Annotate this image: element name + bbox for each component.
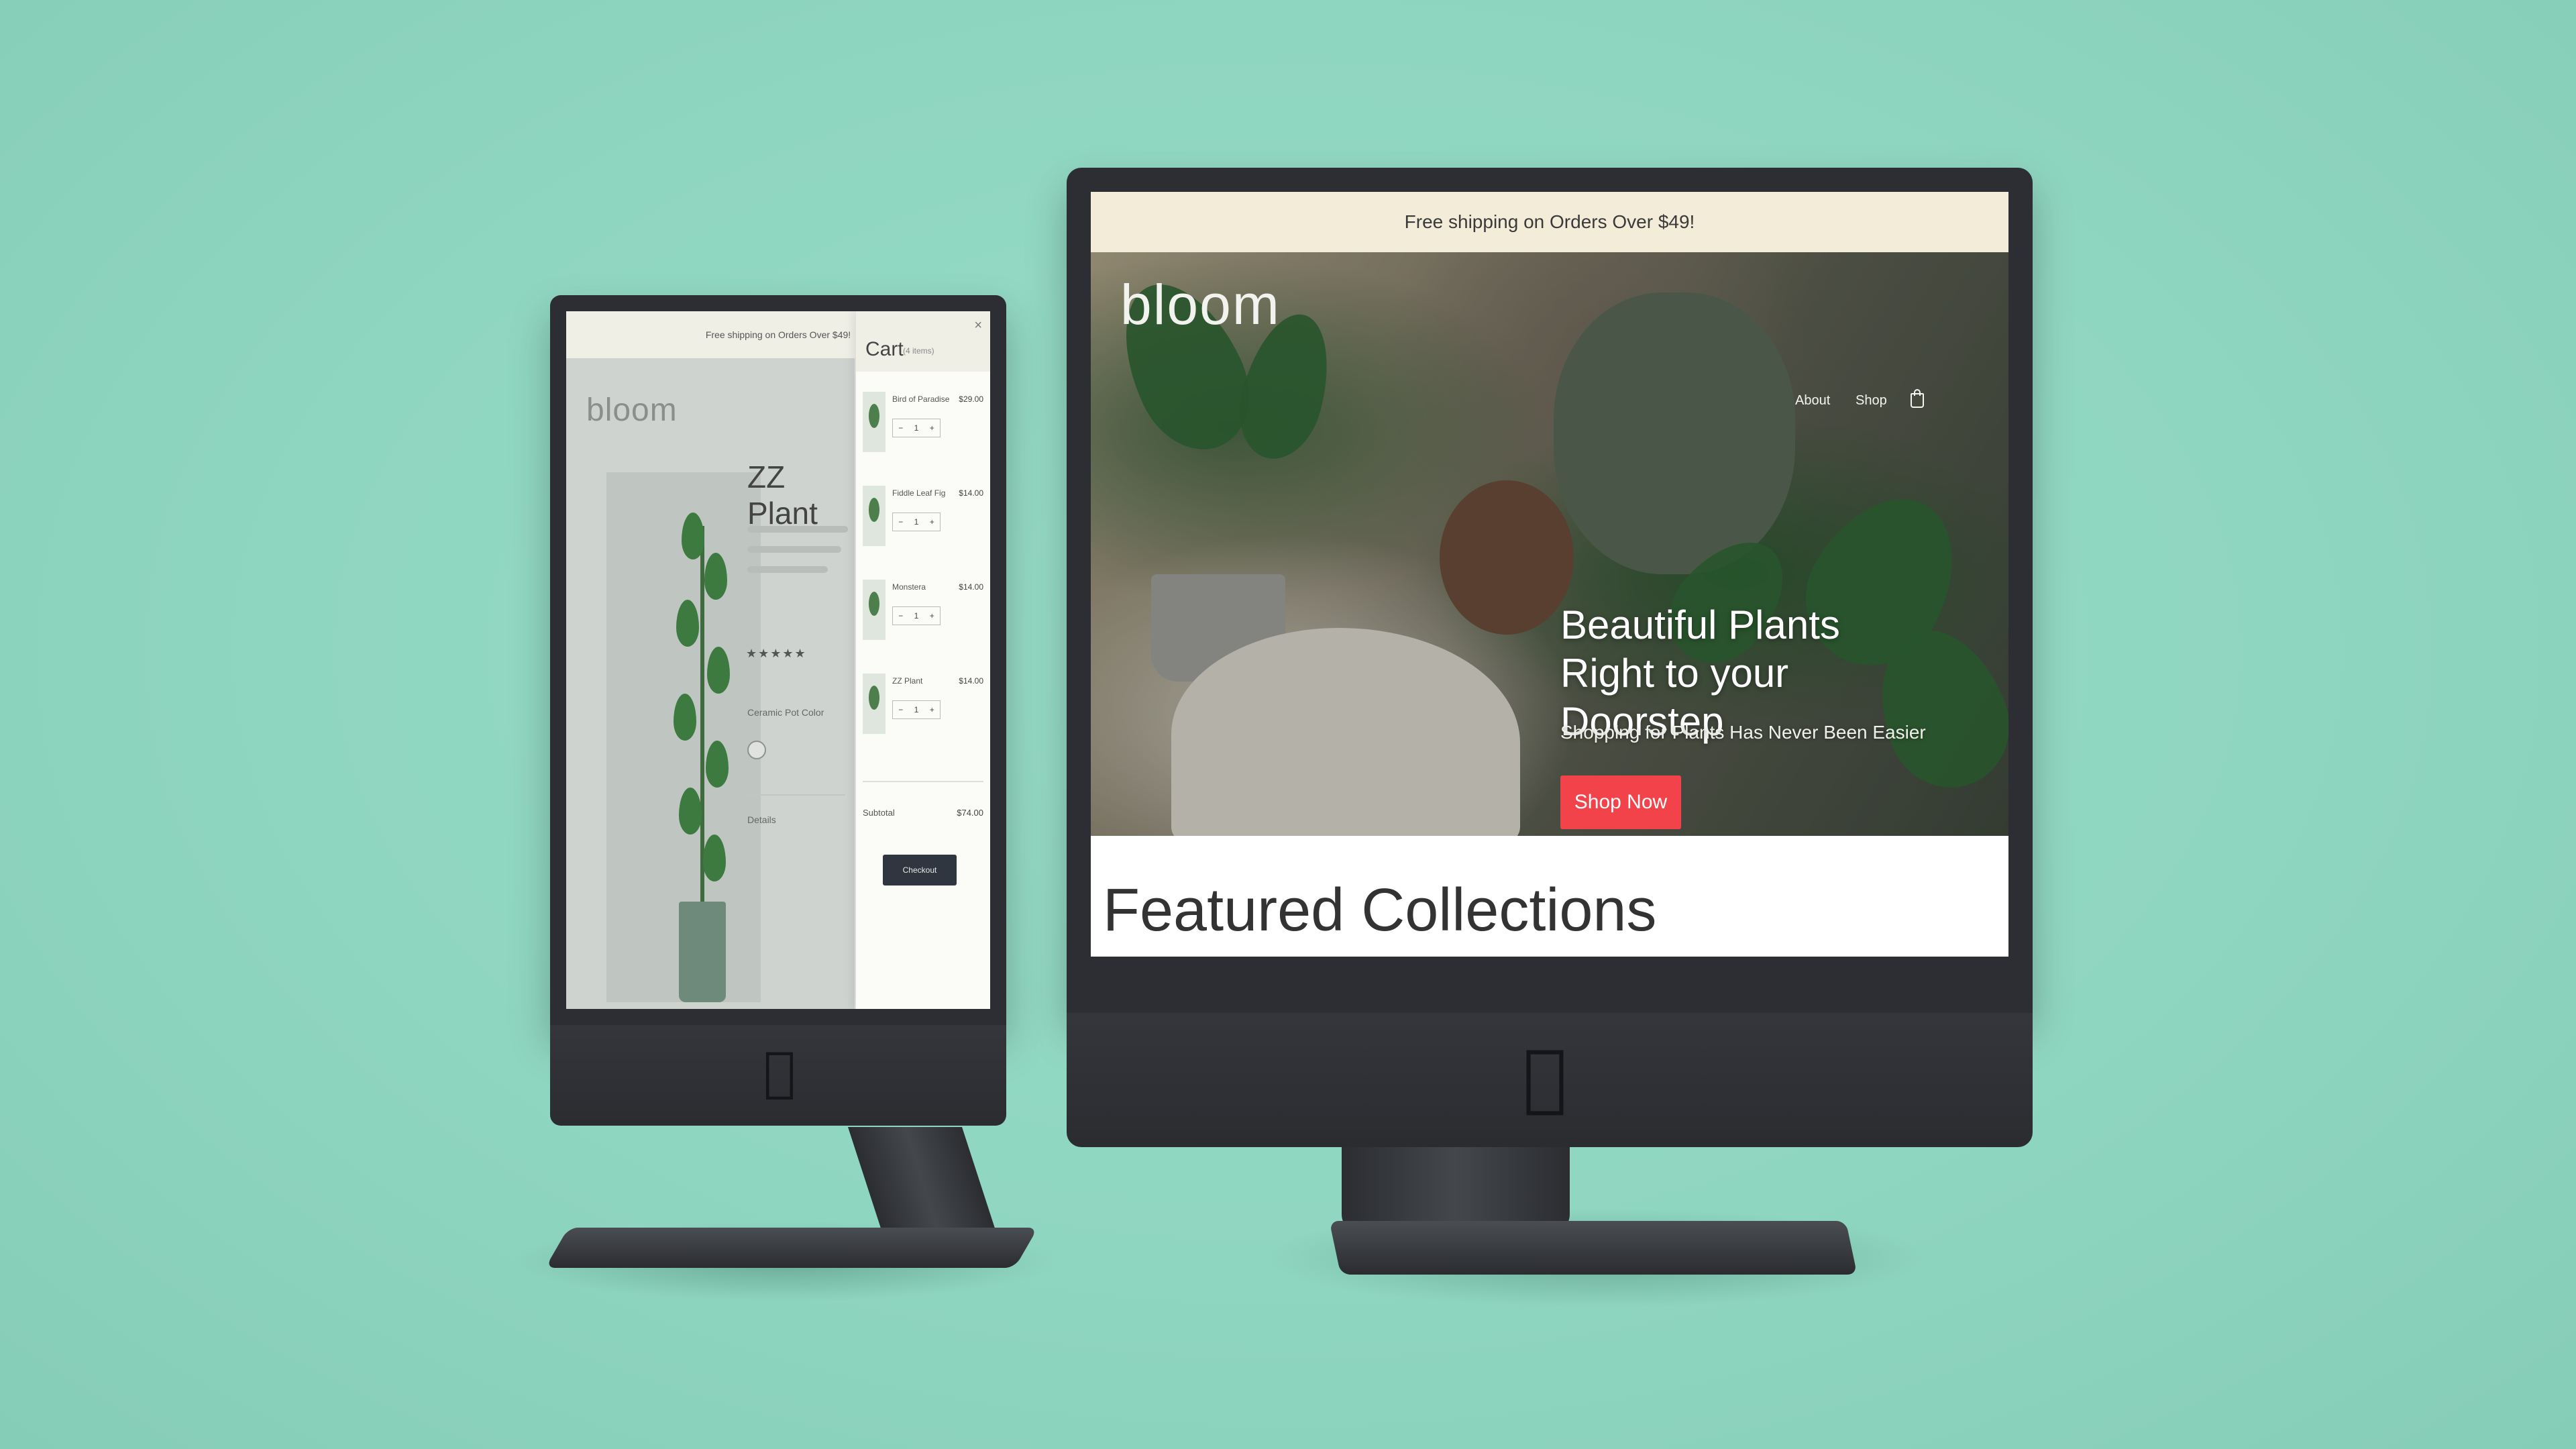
plant-leaf [676,600,699,647]
announcement-text: Free shipping on Orders Over $49! [705,329,851,340]
cart-item: Fiddle Leaf Fig $14.00 − 1 + [863,486,983,553]
cart-item: Bird of Paradise $29.00 − 1 + [863,392,983,459]
quantity-stepper[interactable]: − 1 + [892,606,941,625]
left-stand-base [545,1228,1038,1268]
announcement-bar: Free shipping on Orders Over $49! [1091,192,2008,252]
plus-icon[interactable]: + [930,423,934,433]
cart-item-name[interactable]: Bird of Paradise [892,394,949,404]
hero-subheading: Shopping for Plants Has Never Been Easie… [1560,722,1926,743]
plant-leaf [674,694,696,741]
hero-heading-line: Beautiful Plants [1560,602,1840,647]
quantity-value: 1 [914,517,919,527]
details-label: Details [747,814,776,825]
cart-item-price: $29.00 [959,394,983,404]
shopping-bag-icon[interactable] [1911,389,1924,408]
cart-item-price: $14.00 [959,488,983,498]
right-screen-home-page: Free shipping on Orders Over $49! bloom … [1091,192,2008,957]
plant-leaf [679,788,702,835]
left-screen-product-page: Free shipping on Orders Over $49! bloom … [566,311,990,1009]
cart-item-thumbnail [863,674,885,734]
hero-banner: bloom About Shop Beautiful Plants Right … [1091,252,2008,836]
plus-icon[interactable]: + [930,705,934,714]
right-monitor: Free shipping on Orders Over $49! bloom … [1067,168,2033,1281]
section-divider [745,794,845,796]
minus-icon[interactable]: − [898,705,903,714]
product-description-line [747,566,828,573]
right-monitor-chin:  [1067,1013,2033,1147]
plant-leaf [703,835,726,881]
nav-shop-link[interactable]: Shop [1856,393,1887,409]
plus-icon[interactable]: + [930,517,934,527]
left-stand-neck [848,1127,997,1234]
cart-item-name[interactable]: ZZ Plant [892,676,922,686]
hero-dark-overlay [1091,252,2008,836]
minus-icon[interactable]: − [898,517,903,527]
cart-item-thumbnail [863,486,885,546]
plant-icon [869,686,879,710]
site-logo[interactable]: bloom [586,392,678,429]
product-description-line [747,526,848,533]
quantity-stepper[interactable]: − 1 + [892,513,941,531]
subtotal-value: $74.00 [957,808,983,818]
right-stand-base [1329,1221,1858,1275]
plant-icon [869,404,879,428]
cart-item: ZZ Plant $14.00 − 1 + [863,674,983,741]
cart-item-count: (4 items) [903,346,934,356]
plant-leaf [704,553,727,600]
featured-collections-title: Featured Collections [1103,877,1657,944]
left-monitor: Free shipping on Orders Over $49! bloom … [550,295,1006,1140]
cart-title: Cart [865,338,904,360]
rating-stars[interactable]: ★★★★★ [746,647,807,661]
product-image [606,472,761,1002]
cart-item-thumbnail [863,392,885,452]
quantity-stepper[interactable]: − 1 + [892,700,941,719]
apple-logo-icon:  [763,1045,796,1099]
plus-icon[interactable]: + [930,611,934,621]
shop-now-button[interactable]: Shop Now [1560,775,1681,829]
nav-about-link[interactable]: About [1795,393,1830,409]
cart-item-name[interactable]: Monstera [892,582,926,592]
minus-icon[interactable]: − [898,611,903,621]
site-logo[interactable]: bloom [1120,272,1281,337]
close-icon[interactable]: × [974,318,982,333]
cart-header: Cart (4 items) × [856,311,990,372]
quantity-value: 1 [914,611,919,621]
cart-item-price: $14.00 [959,582,983,592]
apple-logo-icon:  [1523,1040,1567,1114]
plant-leaf [682,513,704,559]
pot-color-label: Ceramic Pot Color [747,707,824,718]
left-monitor-chin:  [550,1025,1006,1126]
product-area: bloom ZZ Plant ★★★★★ Ceramic Pot Color D… [566,358,855,1009]
minus-icon[interactable]: − [898,423,903,433]
quantity-value: 1 [914,423,919,433]
plant-leaf [706,741,729,788]
checkout-button[interactable]: Checkout [883,855,957,885]
announcement-text: Free shipping on Orders Over $49! [1404,211,1695,232]
quantity-stepper[interactable]: − 1 + [892,419,941,437]
ceramic-pot [679,902,726,1002]
cart-item-thumbnail [863,580,885,640]
cart-item-price: $14.00 [959,676,983,686]
cart-divider [863,781,983,782]
plant-icon [869,498,879,522]
product-title: ZZ Plant [747,460,818,531]
cart-item: Monstera $14.00 − 1 + [863,580,983,647]
plant-icon [869,592,879,616]
pot-color-swatch[interactable] [747,741,766,759]
subtotal-label: Subtotal [863,808,895,818]
quantity-value: 1 [914,705,919,714]
product-description-line [747,546,841,553]
cart-drawer: Cart (4 items) × Bird of Paradise $29.00… [856,311,990,1009]
cart-item-name[interactable]: Fiddle Leaf Fig [892,488,945,498]
plant-leaf [707,647,730,694]
